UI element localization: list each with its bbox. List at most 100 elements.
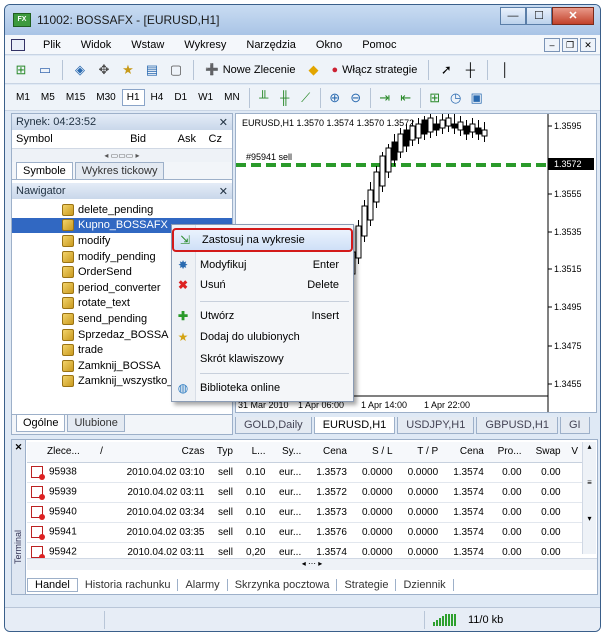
chart-tab-usdjpy-h1[interactable]: USDJPY,H1 — [397, 417, 475, 434]
minimize-button[interactable]: — — [500, 7, 526, 25]
ctx-delete[interactable]: ✖ Usuń Delete — [172, 275, 353, 295]
menu-insert[interactable]: Wstaw — [121, 39, 174, 51]
tab-tick-chart[interactable]: Wykres tickowy — [74, 162, 165, 179]
mdi-close-button[interactable]: ✕ — [580, 37, 596, 52]
nav-item-delete-pending[interactable]: delete_pending — [12, 202, 232, 218]
menu-help[interactable]: Pomoc — [352, 39, 406, 51]
tab-general[interactable]: Ogólne — [16, 415, 66, 432]
terminal-hscrollbar[interactable]: ◂ ⋯ ▸ — [27, 558, 597, 570]
timeframe-m30[interactable]: M30 — [91, 89, 120, 106]
col-time[interactable]: Czas — [106, 442, 209, 463]
col-symbol[interactable]: Sy... — [269, 442, 306, 463]
timeframe-d1[interactable]: D1 — [169, 89, 192, 106]
bar-chart-icon[interactable]: ╨ — [254, 88, 274, 108]
col-sl[interactable]: S / L — [350, 442, 397, 463]
table-row[interactable]: 95941 2010.04.02 03:35 sell 0.10 eur... 1.357… — [27, 522, 582, 543]
cursor-icon[interactable]: ➚ — [436, 60, 456, 80]
table-row[interactable]: 95938 2010.04.02 03:10 sell 0.10 eur... 1.357… — [27, 462, 582, 483]
ctx-create[interactable]: ✚ Utwórz Insert — [172, 306, 353, 326]
table-row[interactable]: 95939 2010.04.02 03:11 sell 0.10 eur... 1.357… — [27, 482, 582, 503]
chart-shift-icon[interactable]: ⇤ — [396, 88, 416, 108]
col-order[interactable]: Zlece... — [27, 442, 95, 463]
data-window-icon[interactable]: ✥ — [94, 60, 114, 80]
timeframe-m5[interactable]: M5 — [36, 89, 60, 106]
timeframe-mn[interactable]: MN — [219, 89, 245, 106]
tab-favorites[interactable]: Ulubione — [67, 415, 125, 432]
templates-icon[interactable]: ▣ — [467, 88, 487, 108]
menu-tools[interactable]: Narzędzia — [236, 39, 306, 51]
chart-tab-eurusd-h1[interactable]: EURUSD,H1 — [313, 417, 396, 434]
navigator-icon[interactable]: ★ — [118, 60, 138, 80]
zoom-in-icon[interactable]: ⊕ — [325, 88, 345, 108]
col-symbol[interactable]: Symbol — [16, 133, 94, 145]
menu-file[interactable]: Plik — [33, 39, 71, 51]
mdi-minimize-button[interactable]: – — [544, 37, 560, 52]
market-scrollbar[interactable]: ◂ ▭▭▭ ▸ — [12, 148, 232, 162]
col-time[interactable]: Cz — [196, 133, 222, 145]
metaeditor-icon[interactable]: ◆ — [303, 60, 323, 80]
terminal-icon[interactable]: ▤ — [142, 60, 162, 80]
indicators-icon[interactable]: ⊞ — [425, 88, 445, 108]
timeframe-m1[interactable]: M1 — [11, 89, 35, 106]
col-price[interactable]: Cena — [305, 442, 351, 463]
col-sort[interactable]: / — [94, 442, 107, 463]
ctx-online-library[interactable]: ◍ Biblioteka online — [172, 378, 353, 398]
market-watch-icon[interactable]: ◈ — [70, 60, 90, 80]
col-swap[interactable]: Swap — [525, 442, 565, 463]
title-bar[interactable]: FX 11002: BOSSAFX - [EURUSD,H1] — ☐ ✕ — [5, 5, 600, 35]
chart-tab-gi[interactable]: GI — [559, 417, 590, 434]
tab-symbols[interactable]: Symbole — [16, 162, 73, 179]
tab-alerts[interactable]: Alarmy — [178, 579, 228, 591]
terminal-close-icon[interactable]: ✕ — [12, 442, 25, 453]
timeframe-m15[interactable]: M15 — [61, 89, 90, 106]
new-order-button[interactable]: ➕ Nowe Zlecenie — [201, 63, 299, 77]
line-chart-icon[interactable]: ⟋ — [296, 88, 316, 108]
mdi-restore-button[interactable]: ❐ — [562, 37, 578, 52]
vertical-line-icon[interactable]: │ — [495, 60, 515, 80]
enable-strategies-button[interactable]: ● Włącz strategie — [327, 64, 421, 76]
col-lots[interactable]: L... — [237, 442, 270, 463]
col-bid[interactable]: Bid — [94, 133, 146, 145]
status-segment — [5, 610, 105, 629]
document-icon[interactable] — [11, 38, 25, 51]
timeframe-h1[interactable]: H1 — [121, 89, 145, 106]
tab-experts[interactable]: Strategie — [337, 579, 397, 591]
tab-mailbox[interactable]: Skrzynka pocztowa — [228, 579, 338, 591]
zoom-out-icon[interactable]: ⊖ — [346, 88, 366, 108]
navigator-close-icon[interactable]: ✕ — [219, 185, 228, 198]
new-chart-icon[interactable]: ⊞ — [11, 60, 31, 80]
script-icon — [62, 234, 74, 247]
tab-trade[interactable]: Handel — [27, 578, 78, 592]
timeframe-h4[interactable]: H4 — [146, 89, 169, 106]
timeframe-w1[interactable]: W1 — [193, 89, 218, 106]
col-v[interactable]: V — [564, 442, 582, 463]
ctx-hotkey[interactable]: Skrót klawiszowy — [172, 349, 353, 369]
tab-journal[interactable]: Dziennik — [396, 579, 454, 591]
ctx-apply-to-chart[interactable]: ⇲ Zastosuj na wykresie — [172, 228, 353, 252]
terminal-vscrollbar[interactable]: ▴ ≡ ▾ — [582, 442, 596, 554]
ctx-modify[interactable]: ✸ Modyfikuj Enter — [172, 255, 353, 275]
col-commission[interactable]: Pro... — [487, 442, 526, 463]
auto-scroll-icon[interactable]: ⇥ — [375, 88, 395, 108]
ctx-add-to-favorites[interactable]: ★ Dodaj do ulubionych — [172, 327, 353, 347]
menu-charts[interactable]: Wykresy — [174, 39, 236, 51]
close-button[interactable]: ✕ — [552, 7, 594, 25]
col-current-price[interactable]: Cena — [442, 442, 488, 463]
periods-icon[interactable]: ◷ — [446, 88, 466, 108]
col-tp[interactable]: T / P — [396, 442, 443, 463]
market-close-icon[interactable]: ✕ — [219, 116, 228, 129]
maximize-button[interactable]: ☐ — [526, 7, 552, 25]
col-type[interactable]: Typ — [208, 442, 237, 463]
candlestick-icon[interactable]: ╫ — [275, 88, 295, 108]
col-ask[interactable]: Ask — [146, 133, 196, 145]
chart-tab-gold-daily[interactable]: GOLD,Daily — [235, 417, 312, 434]
chart-tab-gbpusd-h1[interactable]: GBPUSD,H1 — [476, 417, 558, 434]
table-row[interactable]: 95940 2010.04.02 03:34 sell 0.10 eur... 1.357… — [27, 502, 582, 523]
globe-icon: ◍ — [177, 381, 189, 395]
tab-account-history[interactable]: Historia rachunku — [78, 579, 179, 591]
menu-window[interactable]: Okno — [306, 39, 352, 51]
profiles-icon[interactable]: ▭ — [35, 60, 55, 80]
menu-view[interactable]: Widok — [71, 39, 122, 51]
tester-icon[interactable]: ▢ — [166, 60, 186, 80]
crosshair-icon[interactable]: ┼ — [460, 60, 480, 80]
